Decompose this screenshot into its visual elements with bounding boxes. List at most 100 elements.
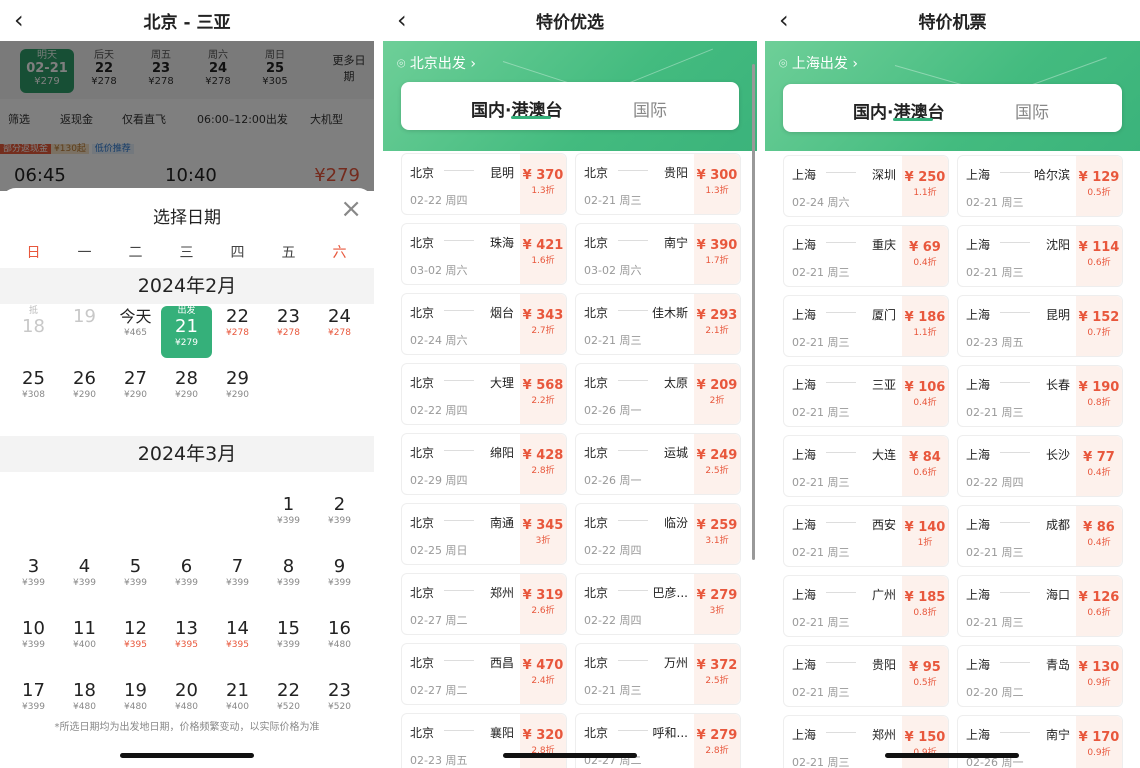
destination-city: 青岛 [1045,658,1070,672]
deal-card[interactable]: 上海 大连 02-21 周三 ¥ 84 0.6折 [783,435,949,497]
deal-card[interactable]: 上海 沈阳 02-21 周三 ¥ 114 0.6折 [957,225,1123,287]
calendar-day[interactable]: 5 ¥399 [110,556,161,608]
deal-price: ¥ 568 [522,378,564,393]
deal-card[interactable]: 北京 佳木斯 02-21 周三 ¥ 293 2.1折 [575,293,741,355]
day-price: ¥290 [175,390,198,400]
tab-international[interactable]: 国际 [1015,98,1049,123]
deal-price: ¥ 95 [909,660,941,675]
deal-card[interactable]: 上海 厦门 02-21 周三 ¥ 186 1.1折 [783,295,949,357]
deal-price: ¥ 345 [522,518,564,533]
deal-card[interactable]: 北京 南宁 03-02 周六 ¥ 390 1.7折 [575,223,741,285]
deal-card[interactable]: 北京 太原 02-26 周一 ¥ 209 2折 [575,363,741,425]
calendar-day[interactable]: 1 ¥399 [263,494,314,546]
price-box: ¥ 293 2.1折 [694,294,740,354]
deal-card[interactable]: 北京 珠海 03-02 周六 ¥ 421 1.6折 [401,223,567,285]
deal-card[interactable]: 北京 大理 02-22 周四 ¥ 568 2.2折 [401,363,567,425]
calendar-day[interactable]: 10 ¥399 [8,618,59,670]
deal-card[interactable]: 上海 成都 02-21 周三 ¥ 86 0.4折 [957,505,1123,567]
deal-card[interactable]: 上海 南宁 02-26 周一 ¥ 170 0.9折 [957,715,1123,768]
route-arrow [1000,732,1030,733]
origin-city: 上海 [792,378,817,392]
calendar-day[interactable]: 27 ¥290 [110,368,161,420]
deal-card[interactable]: 上海 郑州 02-21 周三 ¥ 1500.9折 [783,715,949,768]
discount-label: 0.9折 [1087,748,1111,758]
deal-card[interactable]: 北京 襄阳 02-23 周五 ¥ 320 2.8折 [401,713,567,768]
discount-label: 0.8折 [913,608,937,618]
deal-card[interactable]: 上海 海口 02-21 周三 ¥ 126 0.6折 [957,575,1123,637]
deal-card[interactable]: 北京 南通 02-25 周日 ¥ 345 3折 [401,503,567,565]
route-arrow [444,380,474,381]
calendar-day[interactable]: 3 ¥399 [8,556,59,608]
deal-card[interactable]: 北京 郑州 02-27 周二 ¥ 319 2.6折 [401,573,567,635]
calendar-day[interactable]: 25 ¥308 [8,368,59,420]
deal-price: ¥ 106 [904,380,946,395]
travel-date: 02-21 周三 [792,686,850,699]
month-header: 2024年3月 [0,436,374,472]
destination-city: 万州 [663,656,688,670]
deal-card[interactable]: 北京 昆明 02-22 周四 ¥ 370 1.3折 [401,153,567,215]
calendar-day[interactable]: 6 ¥399 [161,556,212,608]
calendar-day[interactable]: 今天 ¥465 [110,306,161,358]
calendar-day[interactable]: 23 ¥278 [263,306,314,358]
departure-city-selector[interactable]: ⌾ 上海出发 › [779,53,858,73]
deal-card[interactable]: 上海 三亚 02-21 周三 ¥ 106 0.4折 [783,365,949,427]
deal-card[interactable]: 北京 烟台 02-24 周六 ¥ 343 2.7折 [401,293,567,355]
departure-city-selector[interactable]: ⌾ 北京出发 › [397,53,476,73]
route-arrow [1000,592,1030,593]
calendar-day[interactable]: 29 ¥290 [212,368,263,420]
deal-price: ¥ 114 [1078,240,1120,255]
scrollbar[interactable] [752,64,755,560]
deal-card[interactable]: 上海 哈尔滨 02-21 周三 ¥ 129 0.5折 [957,155,1123,217]
deal-card[interactable]: 上海 长沙 02-22 周四 ¥ 77 0.4折 [957,435,1123,497]
calendar-day[interactable]: 12 ¥395 [110,618,161,670]
deal-card[interactable]: 上海 深圳 02-24 周六 ¥ 250 1.1折 [783,155,949,217]
calendar-day[interactable]: 4 ¥399 [59,556,110,608]
calendar-day[interactable]: 7 ¥399 [212,556,263,608]
deal-card[interactable]: 北京 巴彦... 02-22 周四 ¥ 279 3折 [575,573,741,635]
dim-overlay[interactable] [0,41,374,191]
deal-card[interactable]: 北京 贵阳 02-21 周三 ¥ 300 1.3折 [575,153,741,215]
deal-card[interactable]: 北京 绵阳 02-29 周四 ¥ 428 2.8折 [401,433,567,495]
destination-city: 巴彦... [652,586,688,600]
calendar-day[interactable]: 14 ¥395 [212,618,263,670]
deal-card[interactable]: 北京 万州 02-21 周三 ¥ 372 2.5折 [575,643,741,705]
calendar-day[interactable]: 22 ¥278 [212,306,263,358]
origin-city: 上海 [966,238,991,252]
calendar-day[interactable]: 13 ¥395 [161,618,212,670]
price-box: ¥ 250 1.1折 [902,156,948,216]
calendar-day[interactable]: 出发 21 ¥279 [161,306,212,358]
discount-label: 3折 [535,536,551,546]
calendar-day[interactable]: 9 ¥399 [314,556,365,608]
calendar-day[interactable]: 26 ¥290 [59,368,110,420]
destination-city: 大理 [489,376,514,390]
deal-card[interactable]: 上海 广州 02-21 周三 ¥ 185 0.8折 [783,575,949,637]
deal-price: ¥ 428 [522,448,564,463]
deal-card[interactable]: 北京 运城 02-26 周一 ¥ 249 2.5折 [575,433,741,495]
day-price: ¥399 [22,578,45,588]
deal-card[interactable]: 北京 西昌 02-27 周二 ¥ 470 2.4折 [401,643,567,705]
close-icon[interactable]: × [340,194,362,224]
origin-city: 北京 [584,726,609,740]
origin-city: 北京 [584,586,609,600]
calendar-day[interactable]: 2 ¥399 [314,494,365,546]
tab-international[interactable]: 国际 [633,96,667,121]
deal-price: ¥ 190 [1078,380,1120,395]
destination-city: 贵阳 [871,658,896,672]
calendar-day[interactable]: 16 ¥480 [314,618,365,670]
travel-date: 02-21 周三 [584,684,642,697]
calendar-day[interactable]: 24 ¥278 [314,306,365,358]
deal-card[interactable]: 上海 重庆 02-21 周三 ¥ 69 0.4折 [783,225,949,287]
deal-card[interactable]: 上海 长春 02-21 周三 ¥ 190 0.8折 [957,365,1123,427]
deal-card[interactable]: 北京 临汾 02-22 周四 ¥ 259 3.1折 [575,503,741,565]
deal-card[interactable]: 上海 西安 02-21 周三 ¥ 140 1折 [783,505,949,567]
price-box: ¥ 84 0.6折 [902,436,948,496]
deal-card[interactable]: 上海 青岛 02-20 周二 ¥ 130 0.9折 [957,645,1123,707]
deal-card[interactable]: 上海 贵阳 02-21 周三 ¥ 95 0.5折 [783,645,949,707]
deal-card[interactable]: 北京 呼和... 02-27 周二 ¥ 279 2.8折 [575,713,741,768]
deal-price: ¥ 186 [904,310,946,325]
calendar-day[interactable]: 8 ¥399 [263,556,314,608]
calendar-day[interactable]: 28 ¥290 [161,368,212,420]
calendar-day[interactable]: 11 ¥400 [59,618,110,670]
calendar-day[interactable]: 15 ¥399 [263,618,314,670]
deal-card[interactable]: 上海 昆明 02-23 周五 ¥ 152 0.7折 [957,295,1123,357]
